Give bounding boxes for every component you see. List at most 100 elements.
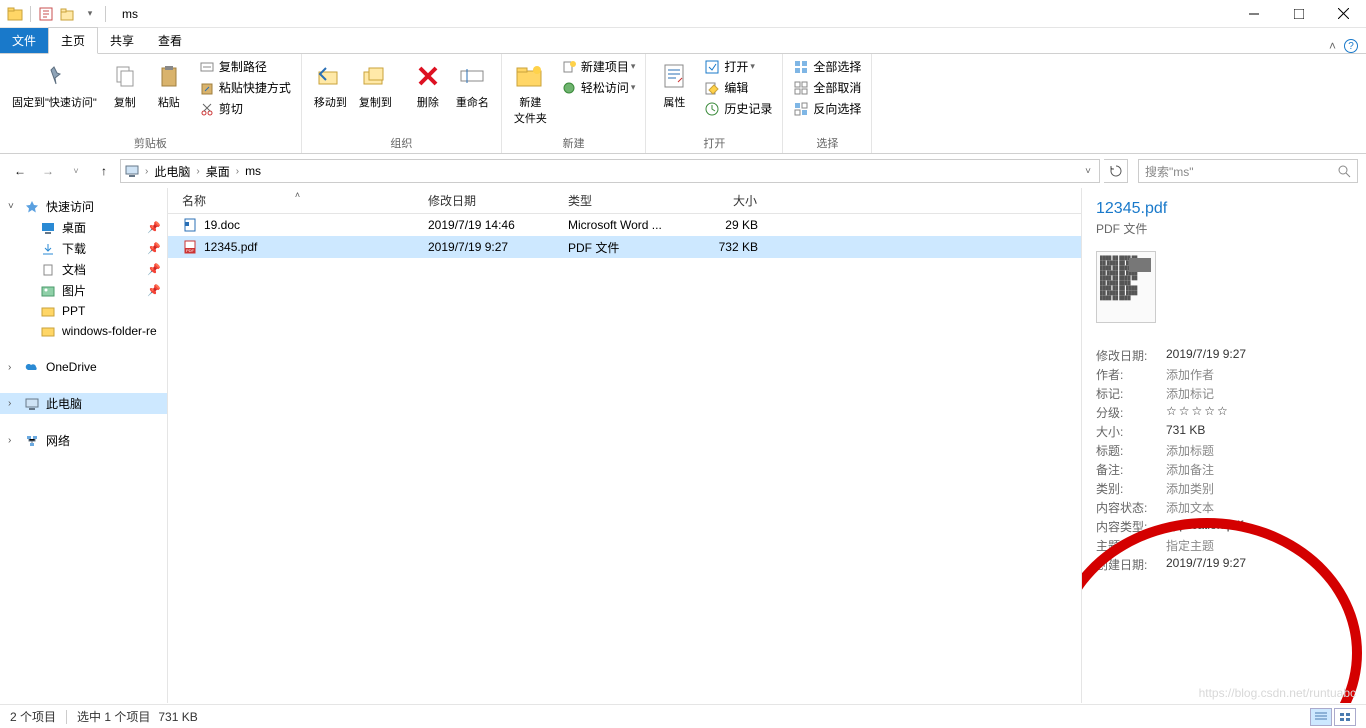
chevron-down-icon[interactable]: ˅: [8, 201, 14, 212]
col-size[interactable]: 大小: [688, 192, 768, 209]
rating-stars[interactable]: ☆☆☆☆☆: [1166, 404, 1230, 421]
rename-icon: [456, 60, 488, 92]
recent-dropdown[interactable]: ˅: [64, 159, 88, 183]
ribbon-group-select: 全部选择 全部取消 反向选择 选择: [783, 54, 872, 153]
pdf-thumbnail[interactable]: ████ ██ ████ ████ ████ ██ ████████ ██ ██…: [1096, 251, 1156, 323]
nav-documents[interactable]: 文档📌: [0, 259, 167, 280]
minimize-ribbon-icon[interactable]: ˄: [1329, 39, 1336, 53]
tab-home[interactable]: 主页: [48, 27, 98, 54]
history-icon: [704, 101, 720, 117]
open-button[interactable]: 打开▾: [700, 56, 776, 77]
nav-network[interactable]: ›网络: [0, 430, 167, 451]
prop-value-editable[interactable]: 添加备注: [1166, 461, 1214, 478]
close-button[interactable]: [1321, 0, 1366, 28]
file-row[interactable]: 19.doc2019/7/19 14:46Microsoft Word ...2…: [168, 214, 1081, 236]
new-item-button[interactable]: 新建项目▾: [557, 56, 640, 77]
breadcrumb-folder[interactable]: ms: [243, 164, 263, 178]
rename-button[interactable]: 重命名: [450, 56, 495, 114]
copyto-icon: [359, 60, 391, 92]
edit-button[interactable]: 编辑: [700, 77, 776, 98]
pin-icon: 📌: [147, 242, 161, 255]
delete-button[interactable]: 删除: [406, 56, 450, 114]
tab-file[interactable]: 文件: [0, 28, 48, 53]
open-icon: [704, 59, 720, 75]
copy-button[interactable]: 复制: [103, 56, 147, 114]
prop-label: 内容类型:: [1096, 518, 1166, 535]
search-input[interactable]: 搜索"ms": [1138, 159, 1358, 183]
paste-button[interactable]: 粘贴: [147, 56, 191, 114]
nav-pictures[interactable]: 图片📌: [0, 280, 167, 301]
move-to-button[interactable]: 移动到: [308, 56, 353, 114]
prop-value-editable[interactable]: 添加文本: [1166, 499, 1214, 516]
history-button[interactable]: 历史记录: [700, 98, 776, 119]
col-name[interactable]: ˄名称: [168, 192, 428, 209]
nav-wfr[interactable]: windows-folder-re: [0, 321, 167, 341]
invert-selection-button[interactable]: 反向选择: [789, 98, 865, 119]
chevron-right-icon[interactable]: ›: [8, 362, 11, 373]
nav-downloads[interactable]: 下载📌: [0, 238, 167, 259]
properties-button[interactable]: 属性: [652, 56, 696, 114]
prop-value-editable[interactable]: 添加类别: [1166, 480, 1214, 497]
select-all-button[interactable]: 全部选择: [789, 56, 865, 77]
star-icon: [24, 199, 40, 215]
breadcrumb-desktop[interactable]: 桌面: [204, 163, 232, 180]
nav-ppt[interactable]: PPT: [0, 301, 167, 321]
folder-icon: [40, 303, 56, 319]
chevron-right-icon[interactable]: ›: [141, 166, 152, 177]
back-button[interactable]: ←: [8, 159, 32, 183]
breadcrumb-pc[interactable]: 此电脑: [152, 163, 192, 180]
label: 桌面: [62, 219, 86, 236]
file-row[interactable]: PDF12345.pdf2019/7/19 9:27PDF 文件732 KB: [168, 236, 1081, 258]
col-date[interactable]: 修改日期: [428, 192, 568, 209]
nav-desktop[interactable]: 桌面📌: [0, 217, 167, 238]
chevron-right-icon[interactable]: ›: [8, 398, 11, 409]
view-details-button[interactable]: [1310, 708, 1332, 726]
minimize-button[interactable]: [1231, 0, 1276, 28]
copy-to-button[interactable]: 复制到: [353, 56, 398, 114]
help-icon[interactable]: ?: [1344, 39, 1358, 53]
nav-onedrive[interactable]: ›OneDrive: [0, 357, 167, 377]
watermark: https://blog.csdn.net/runtuabc: [1199, 686, 1356, 700]
breadcrumb-dropdown-icon[interactable]: ˅: [1079, 166, 1097, 177]
chevron-right-icon[interactable]: ›: [232, 166, 243, 177]
maximize-button[interactable]: [1276, 0, 1321, 28]
prop-value-editable[interactable]: 添加标记: [1166, 385, 1214, 402]
view-icons-button[interactable]: [1334, 708, 1356, 726]
col-type[interactable]: 类型: [568, 192, 688, 209]
pin-to-quick-access-button[interactable]: 固定到"快速访问": [6, 56, 103, 114]
paste-shortcut-button[interactable]: 粘贴快捷方式: [195, 77, 295, 98]
easy-access-button[interactable]: 轻松访问▾: [557, 77, 640, 98]
search-icon[interactable]: [1337, 164, 1351, 178]
prop-label: 备注:: [1096, 461, 1166, 478]
copy-path-button[interactable]: 复制路径: [195, 56, 295, 77]
qat-new-folder-icon[interactable]: [59, 5, 77, 23]
breadcrumb[interactable]: › 此电脑 › 桌面 › ms ˅: [120, 159, 1100, 183]
qat-dropdown-icon[interactable]: ▾: [81, 5, 99, 23]
label: 此电脑: [46, 395, 82, 412]
label: 粘贴: [158, 94, 180, 110]
chevron-right-icon[interactable]: ›: [192, 166, 203, 177]
column-headers: ˄名称 修改日期 类型 大小: [168, 188, 1081, 214]
cut-button[interactable]: 剪切: [195, 98, 295, 119]
nav-this-pc[interactable]: › 此电脑: [0, 393, 167, 414]
forward-button[interactable]: →: [36, 159, 60, 183]
tab-view[interactable]: 查看: [146, 28, 194, 53]
label: 文档: [62, 261, 86, 278]
label: 复制: [114, 94, 136, 110]
label: 粘贴快捷方式: [219, 79, 291, 96]
prop-value-editable[interactable]: 添加标题: [1166, 442, 1214, 459]
separator: [105, 6, 106, 22]
select-none-button[interactable]: 全部取消: [789, 77, 865, 98]
chevron-right-icon[interactable]: ›: [8, 435, 11, 446]
tab-share[interactable]: 共享: [98, 28, 146, 53]
nav-quick-access[interactable]: ˅快速访问: [0, 196, 167, 217]
pdf-icon: PDF: [182, 239, 198, 255]
refresh-button[interactable]: [1104, 159, 1128, 183]
qat-properties-icon[interactable]: [37, 5, 55, 23]
prop-value-editable[interactable]: 添加作者: [1166, 366, 1214, 383]
new-folder-button[interactable]: 新建 文件夹: [508, 56, 553, 130]
up-button[interactable]: ↑: [92, 159, 116, 183]
path-icon: [199, 59, 215, 75]
scissors-icon: [199, 101, 215, 117]
prop-value-editable[interactable]: 指定主题: [1166, 537, 1214, 554]
